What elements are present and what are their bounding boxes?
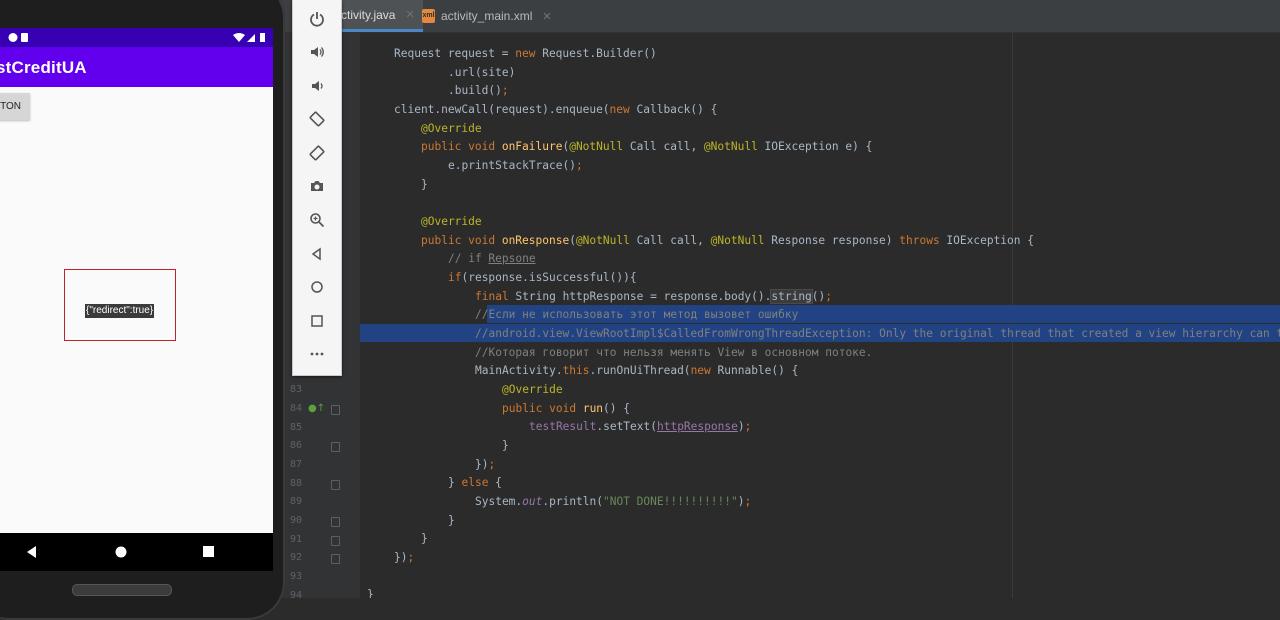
status-bar <box>0 28 273 47</box>
line-number: 94 <box>289 590 302 601</box>
power-icon[interactable] <box>305 7 329 31</box>
override-marker-icon[interactable]: ●↑ <box>308 403 325 414</box>
tab-label: ctivity.java <box>341 7 396 22</box>
code-line: .build(); <box>448 84 509 97</box>
notification-icons <box>8 33 28 42</box>
code-line: .url(site) <box>448 66 516 79</box>
line-number: 84 <box>289 403 302 414</box>
tab-main-activity-java[interactable]: ctivity.java ✕ <box>341 0 423 32</box>
line-number: 90 <box>289 515 302 526</box>
code-line: } <box>421 532 428 545</box>
volume-down-icon[interactable] <box>305 74 329 98</box>
code-line: //Если не использовать этот метод вызове… <box>475 308 799 321</box>
code-line: //Которая говорит что нельзя менять View… <box>475 346 873 359</box>
code-line: public void onResponse(@NotNull Call cal… <box>421 234 1034 247</box>
code-line: }); <box>394 551 415 564</box>
code-line: //android.view.ViewRootImpl$CalledFromWr… <box>475 327 1280 340</box>
volume-up-icon[interactable] <box>305 40 329 64</box>
line-number: 83 <box>289 384 302 395</box>
nav-home-icon[interactable] <box>114 545 128 559</box>
line-number: 87 <box>289 459 302 470</box>
code-line: if(response.isSuccessful()){ <box>448 271 637 284</box>
code-line: } <box>502 439 509 452</box>
code-line: } else { <box>448 476 502 489</box>
line-number: 85 <box>289 422 302 433</box>
fold-marker-icon[interactable] <box>331 517 340 527</box>
line-number: 88 <box>289 478 302 489</box>
code-line: // if Repsone <box>448 252 536 265</box>
code-line: } <box>421 178 428 191</box>
close-icon[interactable]: ✕ <box>405 8 414 21</box>
rotate-left-icon[interactable] <box>305 107 329 131</box>
app-button[interactable]: TON <box>0 93 30 120</box>
code-line: Request request = new Request.Builder() <box>394 47 657 60</box>
code-line: testResult.setText(httpResponse); <box>529 420 752 433</box>
line-number: 92 <box>289 552 302 563</box>
code-line: final String httpResponse = response.bod… <box>475 289 833 304</box>
code-line: MainActivity.this.runOnUiThread(new Runn… <box>475 364 799 377</box>
phone-frame: stCreditUA TON {"redirect":true} <box>0 0 285 620</box>
fold-marker-icon[interactable] <box>331 442 340 452</box>
code-line: } <box>367 588 374 598</box>
fold-marker-icon[interactable] <box>331 554 340 564</box>
code-line: @Override <box>421 215 482 228</box>
phone-screen: stCreditUA TON {"redirect":true} <box>0 28 273 533</box>
phone-speaker <box>72 584 172 596</box>
xml-file-icon: xml <box>422 9 435 23</box>
code-line: @Override <box>421 122 482 135</box>
phone-nav-bar <box>0 533 273 571</box>
close-icon[interactable]: ✕ <box>542 10 551 23</box>
signal-battery-icons <box>233 33 265 42</box>
fold-marker-icon[interactable] <box>331 536 340 546</box>
code-line: System.out.println("NOT DONE!!!!!!!!!!")… <box>475 495 752 508</box>
zoom-icon[interactable] <box>305 208 329 232</box>
code-line: e.printStackTrace(); <box>448 159 583 172</box>
back-icon[interactable] <box>305 242 329 266</box>
overview-icon[interactable] <box>305 309 329 333</box>
home-icon[interactable] <box>305 275 329 299</box>
code-line: @Override <box>502 383 563 396</box>
rotate-right-icon[interactable] <box>305 141 329 165</box>
line-number: 93 <box>289 571 302 582</box>
emulator-toolbar <box>292 0 342 376</box>
code-line: public void onFailure(@NotNull Call call… <box>421 140 873 153</box>
code-line: }); <box>475 458 496 471</box>
code-line: client.newCall(request).enqueue(new Call… <box>394 103 718 116</box>
nav-overview-icon[interactable] <box>202 545 215 558</box>
camera-icon[interactable] <box>305 174 329 198</box>
code-line: } <box>448 514 455 527</box>
tab-activity-main-xml[interactable]: xml activity_main.xml ✕ <box>422 0 552 32</box>
nav-back-icon[interactable] <box>25 545 38 559</box>
test-result-text: {"redirect":true} <box>85 304 155 318</box>
line-number: 86 <box>289 440 302 451</box>
app-bar: stCreditUA <box>0 47 273 87</box>
code-editor[interactable]: Request request = new Request.Builder() … <box>360 33 1280 598</box>
tab-label: activity_main.xml <box>441 9 533 23</box>
fold-marker-icon[interactable] <box>331 480 340 490</box>
code-line: public void run() { <box>502 402 630 415</box>
line-number: 91 <box>289 534 302 545</box>
more-icon[interactable] <box>305 342 329 366</box>
fold-marker-icon[interactable] <box>331 405 340 415</box>
line-number: 89 <box>289 496 302 507</box>
app-title: stCreditUA <box>0 58 87 77</box>
